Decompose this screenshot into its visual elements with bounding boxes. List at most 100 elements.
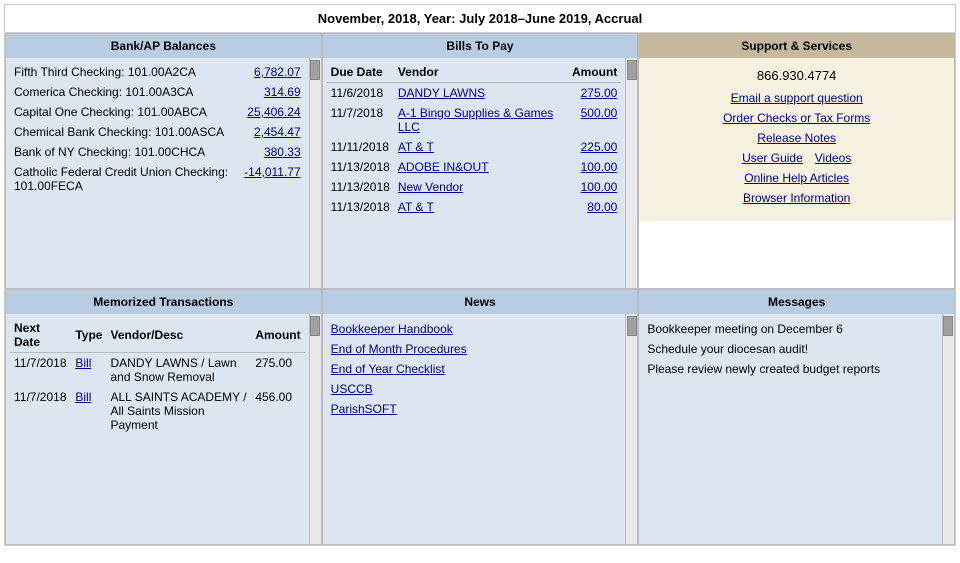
bank-amount[interactable]: 6,782.07 (240, 62, 305, 82)
order-checks-link[interactable]: Order Checks or Tax Forms (649, 111, 944, 125)
message-item: Please review newly created budget repor… (647, 362, 938, 376)
bills-vendor[interactable]: ADOBE IN&OUT (394, 157, 568, 177)
bills-amount: 100.00 (568, 177, 621, 197)
user-guide-link[interactable]: User Guide (742, 151, 803, 165)
bank-label: Capital One Checking: 101.00ABCA (10, 102, 240, 122)
messages-list: Bookkeeper meeting on December 6 Schedule… (647, 322, 938, 376)
bills-col-vendor: Vendor (394, 62, 568, 83)
news-body: Bookkeeper Handbook End of Month Procedur… (323, 314, 638, 544)
bills-date: 11/11/2018 (327, 137, 394, 157)
memo-row: 11/7/2018 Bill ALL SAINTS ACADEMY / All … (10, 387, 305, 435)
bank-row: Catholic Federal Credit Union Checking: … (10, 162, 305, 196)
bank-amount[interactable]: 380.33 (240, 142, 305, 162)
bank-row: Fifth Third Checking: 101.00A2CA 6,782.0… (10, 62, 305, 82)
message-item: Schedule your diocesan audit! (647, 342, 938, 356)
bills-scrollbar[interactable] (625, 58, 637, 288)
bills-date: 11/13/2018 (327, 157, 394, 177)
news-link[interactable]: ParishSOFT (331, 402, 622, 416)
bank-row: Chemical Bank Checking: 101.00ASCA 2,454… (10, 122, 305, 142)
news-link[interactable]: End of Year Checklist (331, 362, 622, 376)
memo-panel: Memorized Transactions Next Date Type Ve… (5, 289, 322, 545)
bills-amount: 100.00 (568, 157, 621, 177)
support-body: 866.930.4774 Email a support question Or… (639, 58, 954, 221)
messages-header: Messages (639, 290, 954, 314)
bills-header: Bills To Pay (323, 34, 638, 58)
news-header: News (323, 290, 638, 314)
main-grid: Bank/AP Balances Fifth Third Checking: 1… (5, 33, 955, 545)
memo-amount: 456.00 (251, 387, 304, 435)
bills-vendor[interactable]: A-1 Bingo Supplies & Games LLC (394, 103, 568, 137)
bills-date: 11/13/2018 (327, 197, 394, 217)
bills-vendor[interactable]: AT & T (394, 137, 568, 157)
bank-row: Bank of NY Checking: 101.00CHCA 380.33 (10, 142, 305, 162)
bills-col-date: Due Date (327, 62, 394, 83)
bills-row: 11/13/2018 New Vendor 100.00 (327, 177, 622, 197)
bank-label: Catholic Federal Credit Union Checking: … (10, 162, 240, 196)
messages-body: Bookkeeper meeting on December 6 Schedule… (639, 314, 954, 544)
memo-scrollbar[interactable] (309, 314, 321, 544)
messages-scrollbar[interactable] (942, 314, 954, 544)
bills-row: 11/11/2018 AT & T 225.00 (327, 137, 622, 157)
memo-amount: 275.00 (251, 353, 304, 388)
browser-info-link[interactable]: Browser Information (649, 191, 944, 205)
bank-label: Bank of NY Checking: 101.00CHCA (10, 142, 240, 162)
news-links: Bookkeeper Handbook End of Month Procedur… (331, 322, 622, 416)
bank-amount[interactable]: 314.69 (240, 82, 305, 102)
support-panel: Support & Services 866.930.4774 Email a … (638, 33, 955, 289)
bank-label: Comerica Checking: 101.00A3CA (10, 82, 240, 102)
bills-amount: 80.00 (568, 197, 621, 217)
bank-table: Fifth Third Checking: 101.00A2CA 6,782.0… (10, 62, 305, 196)
bank-body: Fifth Third Checking: 101.00A2CA 6,782.0… (6, 58, 321, 288)
bills-vendor[interactable]: AT & T (394, 197, 568, 217)
memo-body: Next Date Type Vendor/Desc Amount 11/7/2… (6, 314, 321, 544)
email-support-link[interactable]: Email a support question (649, 91, 944, 105)
bills-panel: Bills To Pay Due Date Vendor Amount 11/6… (322, 33, 639, 289)
release-notes-link[interactable]: Release Notes (649, 131, 944, 145)
bills-row: 11/6/2018 DANDY LAWNS 275.00 (327, 83, 622, 104)
news-scrollbar[interactable] (625, 314, 637, 544)
online-help-link[interactable]: Online Help Articles (649, 171, 944, 185)
bank-label: Fifth Third Checking: 101.00A2CA (10, 62, 240, 82)
memo-col-type: Type (71, 318, 106, 353)
memo-col-vendor: Vendor/Desc (106, 318, 251, 353)
memo-date: 11/7/2018 (10, 387, 71, 435)
videos-link[interactable]: Videos (815, 151, 851, 165)
bills-date: 11/13/2018 (327, 177, 394, 197)
news-link[interactable]: End of Month Procedures (331, 342, 622, 356)
bills-vendor[interactable]: New Vendor (394, 177, 568, 197)
memo-vendor: DANDY LAWNS / Lawn and Snow Removal (106, 353, 251, 388)
bank-header: Bank/AP Balances (6, 34, 321, 58)
page-title: November, 2018, Year: July 2018–June 201… (5, 5, 955, 33)
bank-amount[interactable]: 2,454.47 (240, 122, 305, 142)
page-wrapper: November, 2018, Year: July 2018–June 201… (4, 4, 956, 546)
memo-date: 11/7/2018 (10, 353, 71, 388)
memo-col-date: Next Date (10, 318, 71, 353)
memo-vendor: ALL SAINTS ACADEMY / All Saints Mission … (106, 387, 251, 435)
news-link[interactable]: Bookkeeper Handbook (331, 322, 622, 336)
bills-row: 11/13/2018 ADOBE IN&OUT 100.00 (327, 157, 622, 177)
bills-date: 11/6/2018 (327, 83, 394, 104)
bills-table: Due Date Vendor Amount 11/6/2018 DANDY L… (327, 62, 622, 217)
bills-amount: 225.00 (568, 137, 621, 157)
memo-table: Next Date Type Vendor/Desc Amount 11/7/2… (10, 318, 305, 435)
bank-scrollbar[interactable] (309, 58, 321, 288)
bank-amount[interactable]: 25,406.24 (240, 102, 305, 122)
bills-col-amount: Amount (568, 62, 621, 83)
message-item: Bookkeeper meeting on December 6 (647, 322, 938, 336)
bills-amount: 275.00 (568, 83, 621, 104)
memo-col-amount: Amount (251, 318, 304, 353)
memo-type[interactable]: Bill (71, 353, 106, 388)
bills-row: 11/7/2018 A-1 Bingo Supplies & Games LLC… (327, 103, 622, 137)
memo-row: 11/7/2018 Bill DANDY LAWNS / Lawn and Sn… (10, 353, 305, 388)
bills-date: 11/7/2018 (327, 103, 394, 137)
bank-amount[interactable]: -14,011.77 (240, 162, 305, 196)
support-guide-row: User Guide Videos (649, 151, 944, 165)
bank-panel: Bank/AP Balances Fifth Third Checking: 1… (5, 33, 322, 289)
support-phone: 866.930.4774 (649, 68, 944, 83)
news-link[interactable]: USCCB (331, 382, 622, 396)
support-header: Support & Services (639, 34, 954, 58)
bills-vendor[interactable]: DANDY LAWNS (394, 83, 568, 104)
memo-type[interactable]: Bill (71, 387, 106, 435)
bank-row: Capital One Checking: 101.00ABCA 25,406.… (10, 102, 305, 122)
bills-body: Due Date Vendor Amount 11/6/2018 DANDY L… (323, 58, 638, 288)
